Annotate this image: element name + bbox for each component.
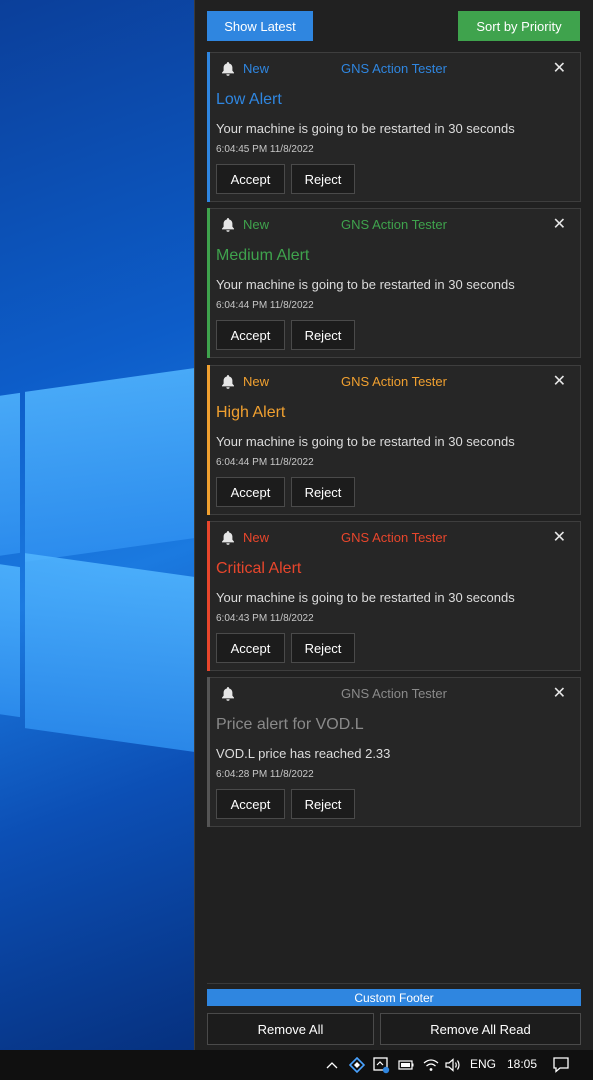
remove-all-button[interactable]: Remove All	[207, 1013, 374, 1045]
close-icon[interactable]: ✕	[553, 683, 566, 703]
app-tray-icon[interactable]	[349, 1057, 365, 1073]
action-center-icon[interactable]	[552, 1056, 570, 1074]
notification-title: Low Alert	[216, 91, 282, 108]
priority-accent	[207, 521, 210, 671]
status-label: New	[243, 61, 270, 76]
accept-button[interactable]: Accept	[216, 789, 285, 819]
source-label: GNS Action Tester	[341, 686, 447, 701]
accept-button[interactable]: Accept	[216, 633, 285, 663]
windows-logo-pane	[25, 553, 194, 752]
close-icon[interactable]: ✕	[553, 371, 566, 391]
notification-card[interactable]: GNS Action Tester ✕ Price alert for VOD.…	[207, 677, 581, 827]
notification-message: Your machine is going to be restarted in…	[216, 121, 515, 136]
taskbar: ENG 18:05	[0, 1050, 593, 1080]
priority-accent	[207, 365, 210, 515]
notification-panel: Show Latest Sort by Priority New GNS Act…	[194, 0, 593, 1050]
notification-timestamp: 6:04:28 PM 11/8/2022	[216, 769, 314, 780]
reject-button[interactable]: Reject	[291, 320, 355, 350]
notification-message: Your machine is going to be restarted in…	[216, 590, 515, 605]
notification-title: Price alert for VOD.L	[216, 716, 364, 733]
notification-timestamp: 6:04:44 PM 11/8/2022	[216, 300, 314, 311]
notification-card[interactable]: New GNS Action Tester ✕ High Alert Your …	[207, 365, 581, 515]
windows-logo-pane	[25, 368, 194, 562]
bell-icon	[222, 687, 234, 701]
close-icon[interactable]: ✕	[553, 214, 566, 234]
close-icon[interactable]: ✕	[553, 527, 566, 547]
notification-title: High Alert	[216, 404, 286, 421]
remove-all-read-button[interactable]: Remove All Read	[380, 1013, 581, 1045]
volume-icon[interactable]	[445, 1058, 461, 1072]
desktop-background	[0, 0, 194, 1050]
reject-button[interactable]: Reject	[291, 633, 355, 663]
notification-title: Critical Alert	[216, 560, 302, 577]
status-label: New	[243, 530, 270, 545]
reject-button[interactable]: Reject	[291, 477, 355, 507]
windows-logo-pane	[0, 562, 20, 718]
notification-message: VOD.L price has reached 2.33	[216, 746, 391, 761]
close-icon[interactable]: ✕	[553, 58, 566, 78]
notification-card[interactable]: New GNS Action Tester ✕ Critical Alert Y…	[207, 521, 581, 671]
priority-accent	[207, 677, 210, 827]
reject-button[interactable]: Reject	[291, 164, 355, 194]
notification-card[interactable]: New GNS Action Tester ✕ Medium Alert You…	[207, 208, 581, 358]
sort-by-priority-button[interactable]: Sort by Priority	[458, 11, 580, 41]
notification-card[interactable]: New GNS Action Tester ✕ Low Alert Your m…	[207, 52, 581, 202]
accept-button[interactable]: Accept	[216, 164, 285, 194]
notification-timestamp: 6:04:44 PM 11/8/2022	[216, 457, 314, 468]
accept-button[interactable]: Accept	[216, 320, 285, 350]
source-label: GNS Action Tester	[341, 61, 447, 76]
notification-timestamp: 6:04:45 PM 11/8/2022	[216, 144, 314, 155]
notification-timestamp: 6:04:43 PM 11/8/2022	[216, 613, 314, 624]
windows-logo-pane	[0, 392, 20, 558]
priority-accent	[207, 208, 210, 358]
priority-accent	[207, 52, 210, 202]
notification-message: Your machine is going to be restarted in…	[216, 277, 515, 292]
source-label: GNS Action Tester	[341, 530, 447, 545]
custom-footer: Custom Footer	[207, 989, 581, 1006]
clock[interactable]: 18:05	[507, 1057, 537, 1071]
wifi-icon[interactable]	[423, 1058, 439, 1072]
language-indicator[interactable]: ENG	[470, 1057, 496, 1071]
accept-button[interactable]: Accept	[216, 477, 285, 507]
notification-app-icon[interactable]	[373, 1056, 391, 1074]
footer-divider	[207, 983, 580, 984]
reject-button[interactable]: Reject	[291, 789, 355, 819]
source-label: GNS Action Tester	[341, 374, 447, 389]
notification-title: Medium Alert	[216, 247, 310, 264]
status-label: New	[243, 374, 270, 389]
bell-icon	[222, 531, 234, 545]
status-label: New	[243, 217, 270, 232]
battery-icon[interactable]	[398, 1059, 414, 1071]
notification-message: Your machine is going to be restarted in…	[216, 434, 515, 449]
bell-icon	[222, 375, 234, 389]
bell-icon	[222, 62, 234, 76]
chevron-up-icon[interactable]	[326, 1060, 338, 1070]
bell-icon	[222, 218, 234, 232]
show-latest-button[interactable]: Show Latest	[207, 11, 313, 41]
source-label: GNS Action Tester	[341, 217, 447, 232]
